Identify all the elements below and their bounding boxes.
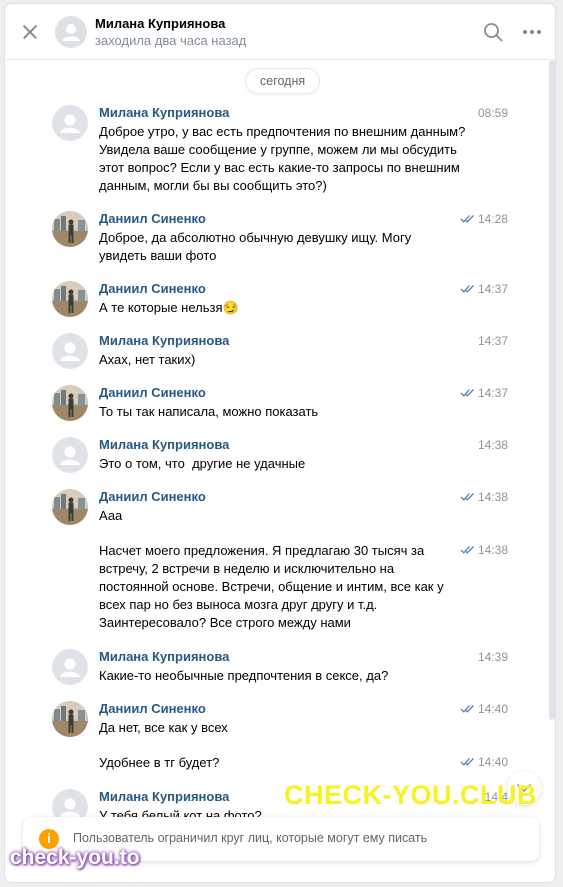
message-text: Какие-то необычные предпочтения в сексе,… bbox=[99, 667, 469, 685]
message-author[interactable]: Даниил Синенко bbox=[99, 701, 206, 716]
read-check-icon bbox=[460, 285, 474, 293]
avatar[interactable] bbox=[52, 211, 88, 247]
read-check-icon bbox=[460, 705, 474, 713]
message-text: Да нет, все как у всех bbox=[99, 719, 469, 737]
avatar[interactable] bbox=[52, 105, 88, 141]
message-text-content: Удобнее в тг будет? bbox=[99, 755, 220, 770]
message-author[interactable]: Даниил Синенко bbox=[99, 385, 206, 400]
message-text-content: Какие-то необычные предпочтения в сексе,… bbox=[99, 668, 389, 683]
message-time-label: 14:40 bbox=[477, 755, 508, 769]
avatar[interactable] bbox=[55, 16, 87, 48]
message-text-content: А те которые нельзя bbox=[99, 300, 223, 315]
search-icon[interactable] bbox=[483, 22, 503, 42]
message-text: То ты так написала, можно показать bbox=[99, 403, 469, 421]
contact-status: заходила два часа назад bbox=[95, 33, 247, 48]
message-author[interactable]: Даниил Синенко bbox=[99, 211, 206, 226]
message-text-content: Доброе утро, у вас есть предпочтения по … bbox=[99, 124, 466, 193]
avatar[interactable] bbox=[52, 489, 88, 525]
message-time-label: 14:39 bbox=[477, 650, 508, 664]
message-author[interactable]: Милана Куприянова bbox=[99, 105, 229, 120]
message-author[interactable]: Милана Куприянова bbox=[99, 437, 229, 452]
message-time: 14:37 bbox=[460, 386, 508, 400]
read-check-icon bbox=[460, 493, 474, 501]
watermark-small: check-you.to bbox=[10, 846, 140, 869]
message-time-label: 14:37 bbox=[477, 334, 508, 348]
message-author[interactable]: Милана Куприянова bbox=[99, 649, 229, 664]
avatar[interactable] bbox=[52, 649, 88, 685]
avatar[interactable] bbox=[52, 281, 88, 317]
message-text-content: То ты так написала, можно показать bbox=[99, 404, 319, 419]
message-text: Это о том, что другие не удачные bbox=[99, 455, 469, 473]
close-icon[interactable] bbox=[19, 21, 41, 43]
read-check-icon bbox=[460, 215, 474, 223]
read-check-icon bbox=[460, 389, 474, 397]
message-author[interactable]: Милана Куприянова bbox=[99, 789, 229, 804]
message-text: А те которые нельзя😏 bbox=[99, 299, 469, 317]
message-text-content: Да нет, все как у всех bbox=[99, 720, 228, 735]
watermark-large: CHECK-YOU.CLUB bbox=[284, 780, 537, 810]
smirk-emoji-icon: 😏 bbox=[222, 300, 239, 315]
message-text: Удобнее в тг будет? bbox=[99, 754, 469, 772]
message-text-content: Доброе, да абсолютно обычную девушку ищу… bbox=[99, 230, 412, 263]
message-time: 14:28 bbox=[460, 212, 508, 226]
message-time-label: 14:40 bbox=[477, 702, 508, 716]
message-author[interactable]: Даниил Синенко bbox=[99, 489, 206, 504]
message-text: Насчет моего предложения. Я предлагаю 30… bbox=[99, 542, 469, 632]
message-text: Доброе утро, у вас есть предпочтения по … bbox=[99, 123, 469, 195]
date-separator: сегодня bbox=[245, 68, 321, 94]
contact-name[interactable]: Милана Куприянова bbox=[95, 16, 225, 31]
more-icon[interactable] bbox=[522, 22, 542, 42]
message-time: 14:37 bbox=[460, 282, 508, 296]
message-time: 08:59 bbox=[478, 106, 508, 120]
default-avatar-icon bbox=[62, 24, 80, 41]
message-time-label: 14:37 bbox=[477, 386, 508, 400]
chat-window: Милана Куприянова заходила два часа наза… bbox=[4, 3, 556, 883]
message-text-content: Ааа bbox=[99, 508, 123, 523]
message-text: Ааа bbox=[99, 507, 469, 525]
notice-text: Пользователь ограничил круг лиц, которые… bbox=[73, 831, 428, 845]
message-time: 14:37 bbox=[478, 334, 508, 348]
avatar[interactable] bbox=[52, 437, 88, 473]
message-time: 14:39 bbox=[478, 650, 508, 664]
scrollbar[interactable] bbox=[549, 60, 555, 720]
message-time-label: 14:28 bbox=[477, 212, 508, 226]
message-text-content: Это о том, что другие не удачные bbox=[99, 456, 306, 471]
avatar[interactable] bbox=[52, 701, 88, 737]
message-text-content: Насчет моего предложения. Я предлагаю 30… bbox=[99, 543, 444, 630]
message-author[interactable]: Милана Куприянова bbox=[99, 333, 229, 348]
avatar[interactable] bbox=[52, 333, 88, 369]
message-author[interactable]: Даниил Синенко bbox=[99, 281, 206, 296]
message-time: 14:40 bbox=[460, 702, 508, 716]
message-time-label: 14:37 bbox=[477, 282, 508, 296]
message-time-label: 14:38 bbox=[477, 490, 508, 504]
message-time-label: 14:38 bbox=[477, 438, 508, 452]
message-text: Доброе, да абсолютно обычную девушку ищу… bbox=[99, 229, 469, 265]
chat-header: Милана Куприянова заходила два часа наза… bbox=[5, 4, 555, 60]
message-text-content: Ахах, нет таких) bbox=[99, 352, 196, 367]
message-time-label: 14:38 bbox=[477, 543, 508, 557]
message-text: Ахах, нет таких) bbox=[99, 351, 469, 369]
message-time: 14:38 bbox=[478, 438, 508, 452]
avatar[interactable] bbox=[52, 385, 88, 421]
message-time: 14:38 bbox=[460, 490, 508, 504]
message-time-label: 08:59 bbox=[477, 106, 508, 120]
